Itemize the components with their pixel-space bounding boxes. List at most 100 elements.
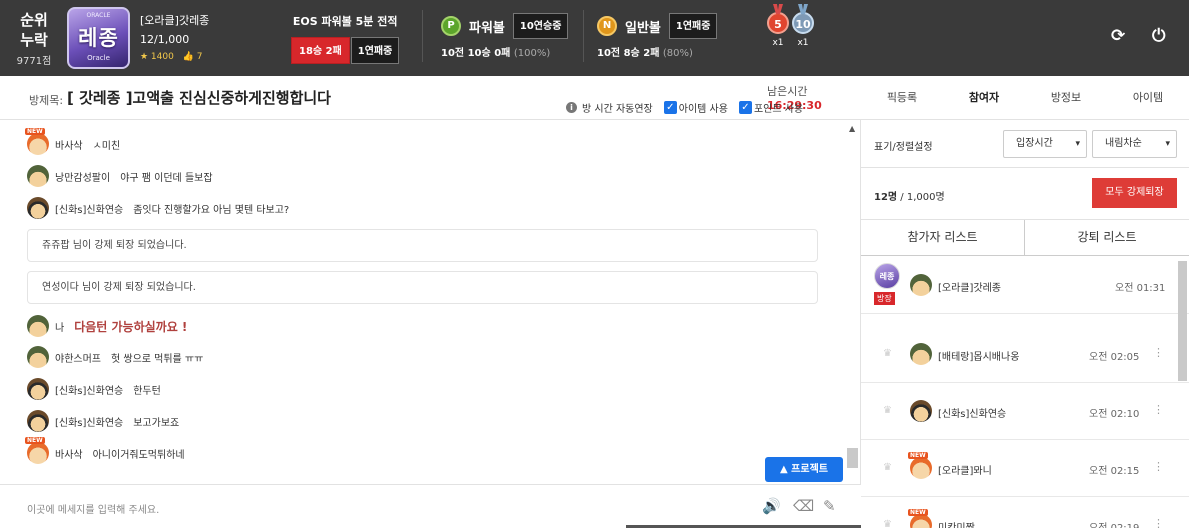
chat-text: 좀잇다 진행할가요 아님 몇텐 타보고? (133, 204, 290, 216)
medal-5-icon[interactable]: 5 x1 (766, 4, 790, 48)
participant-time: 오전 02:15 (1089, 466, 1140, 477)
eos-streak-badge: 1연패중 (350, 37, 400, 64)
user-info: [오라클]갓레종 12/1,000 ★ 1400 👍 7 (140, 12, 209, 62)
items-checkbox[interactable]: ✓ (663, 101, 677, 114)
tab-kicked-list[interactable]: 강퇴 리스트 (1025, 220, 1189, 256)
chat-nick[interactable]: [신화s]신화연승 (55, 414, 123, 429)
participant-name: [신화s]신화연승 (938, 409, 1007, 420)
eraser-icon[interactable]: ⌫ (793, 497, 814, 515)
participant-time: 오전 02:05 (1089, 352, 1140, 363)
tab-items[interactable]: 아이템 (1107, 76, 1189, 119)
chat-text: 야구 팸 이던데 들보잡 (120, 172, 213, 184)
chat-nick[interactable]: 바사삭 (55, 446, 83, 461)
avatar-top-text: ORACLE (86, 12, 111, 19)
points-checkbox[interactable]: ✓ (738, 101, 752, 114)
participants-scrollbar[interactable] (1176, 255, 1189, 528)
points-label: 포인트 사용 (753, 104, 804, 115)
username: [오라클]갓레종 (140, 14, 210, 27)
participant-row[interactable]: ♛ NEW 미칸미짱 오전 02:19 ⋮ (861, 497, 1189, 528)
participant-row[interactable]: 레종 방장 [오라클]갓레종 오전 01:31 (861, 257, 1189, 314)
user-face-icon: NEW (25, 128, 49, 155)
chat-area: NEW 바사삭 ㅅ미친 낭만감성팔이 야구 팸 이던데 들보잡 [신화s]신화연… (0, 120, 861, 484)
member-count: 12/1,000 (140, 33, 190, 46)
magic-wand-icon[interactable]: ✎ (823, 497, 836, 515)
chat-message: [신화s]신화연승 한두턴 (27, 378, 161, 400)
participant-row[interactable]: ♛ [신화s]신화연승 오전 02:10 ⋮ (861, 383, 1189, 440)
chat-message: 나 다음턴 가능하실까요 ! (27, 315, 187, 337)
chat-message: 낭만감성팔이 야구 팸 이던데 들보잡 (27, 165, 213, 187)
sort-label: 표기/정렬설정 (874, 142, 933, 153)
powerball-label: 파워볼 (469, 20, 505, 36)
top-bar: 순위 누락 9771점 ORACLE 레종 Oracle [오라클]갓레종 12… (0, 0, 1189, 76)
powerball-result: 10전 10승 0패 (100%) (441, 48, 551, 59)
scroll-thumb[interactable] (847, 448, 858, 468)
chat-text: 한두턴 (133, 385, 161, 397)
medal-10-number: 10 (792, 12, 814, 34)
tab-room-info[interactable]: 방정보 (1025, 76, 1107, 119)
kick-all-button[interactable]: 모두 강제퇴장 (1092, 178, 1177, 208)
chat-message: NEW 바사삭 ㅅ미친 (25, 128, 120, 155)
scroll-thumb[interactable] (1178, 261, 1187, 381)
side-tabs: 픽등록 참여자 방정보 아이템 (861, 76, 1189, 120)
more-icon[interactable]: ⋮ (1153, 517, 1164, 528)
participant-row[interactable]: ♛ [배테랑]몹시배나옹 오전 02:05 ⋮ (861, 326, 1189, 383)
scroll-up-icon[interactable]: ▲ (849, 124, 855, 133)
chat-scrollbar[interactable]: ▲ (846, 120, 859, 484)
message-input[interactable]: 이곳에 메세지를 입력해 주세요. (27, 501, 159, 516)
user-face-icon (27, 315, 49, 337)
user-face-icon (27, 410, 49, 432)
normalball-label: 일반볼 (625, 20, 661, 36)
protect-button[interactable]: ▲ 프로젝트 (765, 457, 843, 482)
participants-panel: 표기/정렬설정 입장시간 ▾ 내림차순 ▾ 12명 / 1,000명 모두 강제퇴장… (861, 120, 1189, 528)
list-tabs: 참가자 리스트 강퇴 리스트 (861, 220, 1189, 256)
crown-icon: ♛ (883, 462, 892, 473)
refresh-icon[interactable]: ⟳ (1111, 26, 1125, 46)
user-avatar[interactable]: ORACLE 레종 Oracle (67, 7, 130, 69)
chat-nick[interactable]: 낭만감성팔이 (55, 169, 110, 184)
chat-nick[interactable]: [신화s]신화연승 (55, 201, 123, 216)
speaker-icon[interactable]: 🔊 (762, 497, 781, 515)
user-face-icon (910, 343, 932, 365)
participant-name: [오라클]뫄니 (938, 466, 992, 477)
power-icon[interactable]: ⏻ (1152, 26, 1165, 46)
chat-nick[interactable]: 바사삭 (55, 137, 83, 152)
participant-count: 12명 / 1,000명 (874, 192, 945, 203)
more-icon[interactable]: ⋮ (1153, 460, 1164, 473)
participant-time: 오전 01:31 (1115, 283, 1166, 294)
user-face-icon: NEW (25, 437, 49, 464)
medal-5-count: x1 (772, 38, 784, 48)
sort-field-select[interactable]: 입장시간 ▾ (1003, 130, 1087, 158)
sort-settings: 표기/정렬설정 입장시간 ▾ 내림차순 ▾ (861, 120, 1189, 168)
items-label: 아이템 사용 (678, 104, 728, 115)
like-count: 👍 7 (182, 52, 203, 62)
eos-record: EOS 파워볼 5분 전적 18승 2패 1연패중 (291, 13, 400, 64)
participant-time: 오전 02:10 (1089, 409, 1140, 420)
medal-10-icon[interactable]: 10 x1 (791, 4, 815, 48)
tab-participant-list[interactable]: 참가자 리스트 (861, 220, 1025, 256)
room-options: i 방 시간 자동연장 ✓ 아이템 사용 ✓ 포인트 사용 (566, 100, 803, 115)
star-count: ★ 1400 (140, 52, 174, 62)
powerball-streak: 10연승중 (512, 13, 569, 39)
chat-nick[interactable]: 야한스머프 (55, 350, 101, 365)
participant-name: [오라클]갓레종 (938, 283, 1002, 294)
eos-title: EOS 파워볼 5분 전적 (292, 15, 398, 28)
sort-order-select[interactable]: 내림차순 ▾ (1092, 130, 1177, 158)
chat-nick[interactable]: [신화s]신화연승 (55, 382, 123, 397)
user-face-icon (910, 400, 932, 422)
chat-message: [신화s]신화연승 보고가보죠 (27, 410, 179, 432)
divider (583, 10, 584, 62)
user-face-icon: NEW (908, 452, 932, 479)
normalball-icon: N (597, 16, 617, 36)
medal-10-count: x1 (797, 38, 809, 48)
participant-name: 미칸미짱 (938, 519, 975, 528)
chat-nick[interactable]: 나 (55, 319, 64, 334)
auto-extend-label: 방 시간 자동연장 (582, 104, 653, 115)
participant-row[interactable]: ♛ NEW [오라클]뫄니 오전 02:15 ⋮ (861, 440, 1189, 497)
chevron-down-icon: ▾ (1075, 139, 1080, 149)
tab-pick[interactable]: 픽등록 (861, 76, 943, 119)
room-title: [ 갓레종 ]고액출 진심신중하게진행합니다 (67, 89, 331, 107)
eos-record-badge: 18승 2패 (291, 37, 350, 64)
more-icon[interactable]: ⋮ (1153, 403, 1164, 416)
more-icon[interactable]: ⋮ (1153, 346, 1164, 359)
tab-participants[interactable]: 참여자 (943, 76, 1025, 119)
